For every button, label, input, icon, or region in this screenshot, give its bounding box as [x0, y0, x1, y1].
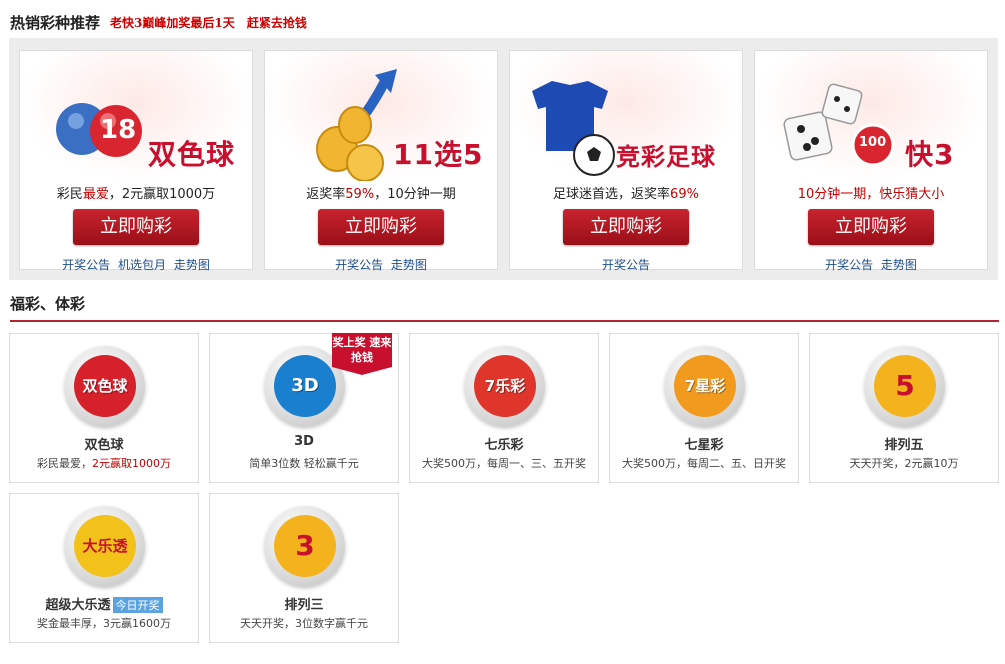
ssq-ball-number: 18	[100, 115, 137, 145]
pl3-logo-icon: 3	[265, 506, 345, 586]
ssq-links: 开奖公告 机选包月 走势图	[20, 256, 252, 273]
hot-card-football: 竞彩足球 足球迷首选，返奖率69% 立即购彩 开奖公告	[509, 50, 743, 273]
lottery-name[interactable]: 七乐彩	[410, 434, 598, 453]
hot-section-title: 热销彩种推荐	[10, 13, 101, 32]
tagline-text: 10分钟一期，快乐	[797, 187, 906, 202]
lottery-card-dlt[interactable]: 大乐透 超级大乐透 今日开奖 奖金最丰厚，3元赢1600万	[9, 493, 199, 643]
promo-text: 老快3巅峰加奖最后1天	[110, 15, 235, 30]
lottery-card-pl3[interactable]: 3 排列三 天天开奖，3位数字赢千元	[209, 493, 399, 643]
lottery-name[interactable]: 排列五	[810, 434, 998, 453]
k3-tagline: 10分钟一期，快乐猜大小	[755, 183, 987, 202]
desc-text: 彩民最爱，	[37, 457, 92, 470]
lottery-name[interactable]: 排列三	[210, 594, 398, 613]
lottery-desc: 彩民最爱，2元赢取1000万	[10, 455, 198, 471]
tagline-text: 彩民	[56, 187, 83, 202]
lottery-desc: 大奖500万，每周二、五、日开奖	[622, 457, 786, 470]
hot-section-header: 热销彩种推荐 老快3巅峰加奖最后1天 赶紧去抢钱	[10, 10, 307, 34]
lottery-desc: 天天开奖，3位数字赢千元	[240, 617, 368, 630]
link-trend-chart[interactable]: 走势图	[881, 258, 917, 272]
ssq-art-title: 双色球	[148, 138, 236, 171]
k3-links: 开奖公告 走势图	[755, 256, 987, 273]
11x5-art-title: 11选5	[393, 138, 484, 171]
lottery-name[interactable]: 3D	[210, 434, 398, 449]
promo-link[interactable]: 赶紧去抢钱	[247, 16, 307, 30]
link-draw-notice[interactable]: 开奖公告	[62, 258, 110, 272]
desc-highlight: 2元赢取1000万	[92, 457, 171, 470]
k3-art-title: 快3	[905, 138, 955, 171]
tagline-highlight: 69%	[670, 187, 699, 202]
buy-button-11x5[interactable]: 立即购彩	[318, 209, 444, 245]
qlc-logo-icon: 7乐彩	[465, 346, 545, 426]
link-draw-notice[interactable]: 开奖公告	[825, 258, 873, 272]
lottery-name[interactable]: 双色球	[10, 434, 198, 453]
tagline-text: 足球迷首选，返奖率	[553, 187, 671, 202]
lottery-desc: 简单3位数 轻松赢千元	[249, 457, 359, 470]
football-links: 开奖公告	[510, 256, 742, 273]
logo-text: 7乐彩	[484, 377, 526, 395]
tagline-highlight: 最爱	[82, 187, 109, 202]
tagline-text: ，2元赢取1000万	[108, 187, 216, 202]
football-banner-art: 竞彩足球	[510, 51, 742, 181]
qxc-logo-icon: 7星彩	[665, 346, 745, 426]
buy-button-ssq[interactable]: 立即购彩	[73, 209, 199, 245]
hot-card-k3: 100 快3 10分钟一期，快乐猜大小 立即购彩 开奖公告 走势图	[754, 50, 988, 273]
11x5-tagline: 返奖率59%，10分钟一期	[265, 183, 497, 202]
link-trend-chart[interactable]: 走势图	[174, 258, 210, 272]
lottery-desc: 天天开奖，2元赢10万	[849, 457, 959, 470]
promo-ribbon: 奖上奖 速来抢钱	[332, 333, 392, 375]
lottery-desc: 大奖500万，每周一、三、五开奖	[422, 457, 586, 470]
lottery-name[interactable]: 超级大乐透	[45, 598, 110, 613]
today-draw-badge: 今日开奖	[112, 597, 163, 613]
logo-text: 3D	[291, 375, 319, 396]
logo-text: 大乐透	[82, 537, 128, 555]
11x5-banner-art: 11选5	[265, 51, 497, 181]
ssq-banner-art: 18 双色球	[20, 51, 252, 181]
link-draw-notice[interactable]: 开奖公告	[335, 258, 383, 272]
k3-chip-number: 100	[859, 135, 887, 150]
hot-card-11x5: 11选5 返奖率59%，10分钟一期 立即购彩 开奖公告 走势图	[264, 50, 498, 273]
hot-card-ssq: 18 双色球 彩民最爱，2元赢取1000万 立即购彩 开奖公告 机选包月 走势图	[19, 50, 253, 273]
tagline-highlight: 猜大小	[905, 187, 945, 202]
ssq-logo-icon: 双色球	[65, 346, 145, 426]
lottery-name-row: 超级大乐透 今日开奖	[10, 594, 198, 613]
11x5-links: 开奖公告 走势图	[265, 256, 497, 273]
link-monthly-plan[interactable]: 机选包月	[118, 258, 166, 272]
tagline-highlight: 59%	[345, 187, 375, 202]
logo-text: 双色球	[82, 377, 128, 395]
pl5-logo-icon: 5	[865, 346, 945, 426]
logo-text: 5	[895, 369, 915, 402]
lottery-card-qxc[interactable]: 7星彩 七星彩 大奖500万，每周二、五、日开奖	[609, 333, 799, 483]
section-header: 福彩、体彩	[10, 292, 999, 322]
hot-lottery-panel: 18 双色球 彩民最爱，2元赢取1000万 立即购彩 开奖公告 机选包月 走势图…	[9, 38, 998, 280]
lottery-name[interactable]: 七星彩	[610, 434, 798, 453]
football-tagline: 足球迷首选，返奖率69%	[510, 183, 742, 202]
tagline-text: ，10分钟一期	[374, 187, 456, 202]
logo-text: 3	[295, 529, 315, 562]
lottery-desc: 奖金最丰厚，3元赢1600万	[37, 617, 171, 630]
dlt-logo-icon: 大乐透	[65, 506, 145, 586]
lottery-card-3d[interactable]: 3D 奖上奖 速来抢钱 3D 简单3位数 轻松赢千元	[209, 333, 399, 483]
link-trend-chart[interactable]: 走势图	[391, 258, 427, 272]
section-title: 福彩、体彩	[10, 295, 86, 313]
k3-banner-art: 100 快3	[755, 51, 987, 181]
buy-button-football[interactable]: 立即购彩	[563, 209, 689, 245]
ssq-tagline: 彩民最爱，2元赢取1000万	[20, 183, 252, 202]
lottery-card-ssq[interactable]: 双色球 双色球 彩民最爱，2元赢取1000万	[9, 333, 199, 483]
link-draw-notice[interactable]: 开奖公告	[602, 258, 650, 272]
lottery-card-qlc[interactable]: 7乐彩 七乐彩 大奖500万，每周一、三、五开奖	[409, 333, 599, 483]
lottery-card-pl5[interactable]: 5 排列五 天天开奖，2元赢10万	[809, 333, 999, 483]
promo-banner: 老快3巅峰加奖最后1天 赶紧去抢钱	[110, 14, 307, 31]
tagline-text: 返奖率	[306, 187, 346, 202]
buy-button-k3[interactable]: 立即购彩	[808, 209, 934, 245]
football-art-title: 竞彩足球	[616, 143, 716, 171]
logo-text: 7星彩	[684, 377, 726, 395]
